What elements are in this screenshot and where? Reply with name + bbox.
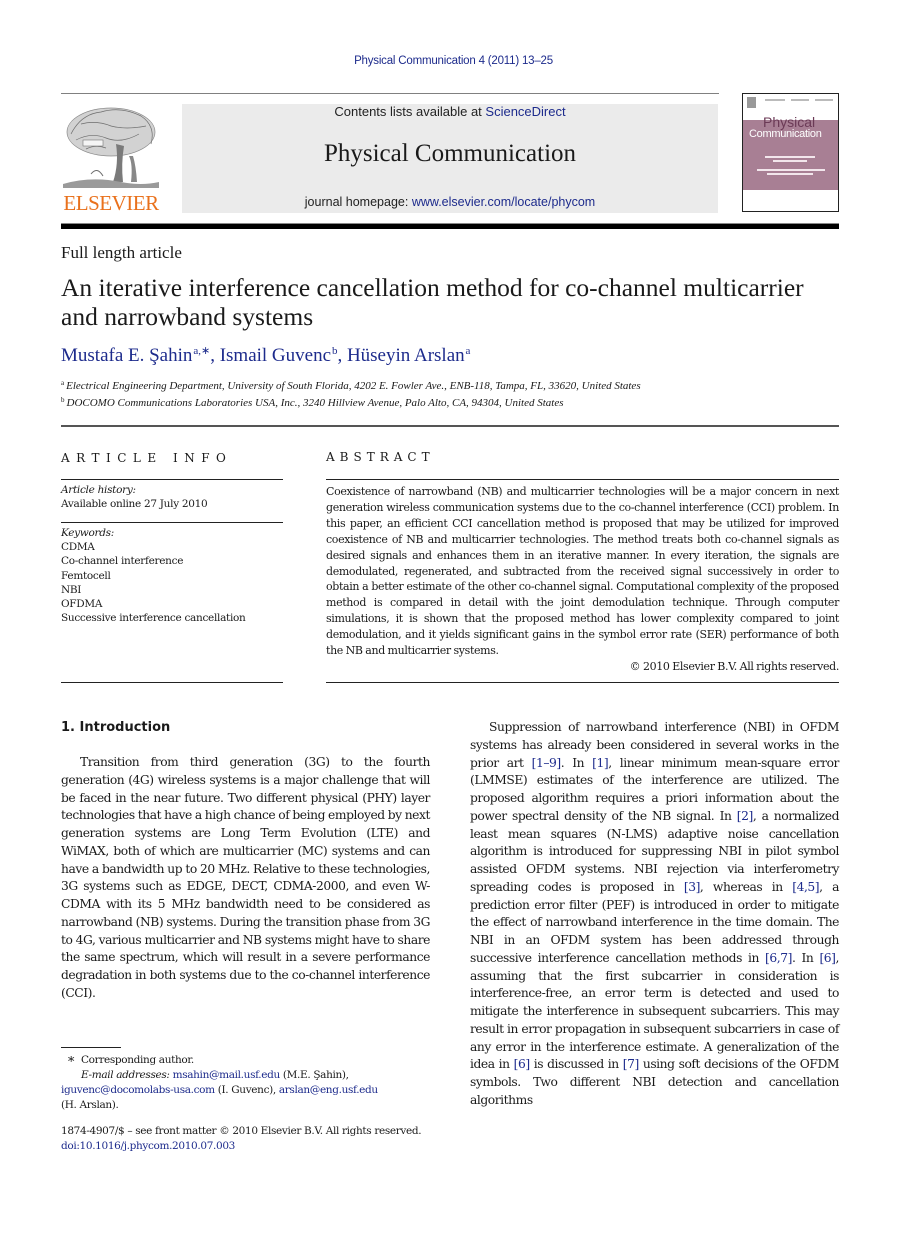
citation-link[interactable]: [3] [684,880,701,894]
paragraph-text: . In [560,755,593,770]
footnote-rule [61,1047,121,1048]
citation-link[interactable]: [6,7] [765,951,792,965]
author-affiliation-mark[interactable]: a,∗ [192,345,210,357]
citation-link[interactable]: [4,5] [792,880,819,894]
author-affiliation-mark[interactable]: a [465,345,471,357]
abstract-rule [326,479,839,480]
corresponding-author-label: Corresponding author. [81,1054,194,1066]
contents-prefix: Contents lists available at [334,104,486,119]
keyword[interactable]: CDMA [61,540,246,554]
abstract-text: Coexistence of narrowband (NB) and multi… [326,485,839,658]
email-addresses: E-mail addresses: msahin@mail.usf.edu (M… [61,1068,441,1113]
email-owner: (M.E. Şahin), [282,1069,349,1081]
journal-homepage-link[interactable]: www.elsevier.com/locate/phycom [412,195,595,209]
article-history: Article history: Available online 27 Jul… [61,483,208,511]
footnote-star: ∗ [66,1052,76,1067]
cover-logo-icon [747,97,756,108]
email-owner: (I. Guvenc), [217,1084,276,1096]
citation-link[interactable]: [6] [819,951,836,965]
header-top-rule [61,93,719,94]
email-link[interactable]: msahin@mail.usf.edu [173,1069,281,1081]
section-heading: 1. Introduction [61,720,171,735]
sciencedirect-link[interactable]: ScienceDirect [485,104,565,119]
cover-text-line [757,169,825,171]
contents-availability: Contents lists available at ScienceDirec… [182,104,718,119]
abstract-body: Coexistence of narrowband (NB) and multi… [326,484,839,675]
journal-title: Physical Communication [323,140,577,167]
affiliation-key: a [61,379,65,387]
paragraph-text: . In [791,950,820,965]
abstract-heading: ABSTRACT [326,450,435,464]
affiliation: a Electrical Engineering Department, Univ… [61,379,641,392]
abstract-copyright: © 2010 Elsevier B.V. All rights reserved… [629,659,840,673]
running-head[interactable]: Physical Communication 4 (2011) 13–25 [0,55,907,67]
citation-link[interactable]: [6] [514,1057,531,1071]
cover-text-line [765,156,815,158]
email-label: E-mail addresses: [81,1069,170,1081]
paragraph: Suppression of narrowband interference (… [470,719,839,1110]
article-type: Full length article [61,243,182,262]
author-name[interactable]: Hüseyin Arslan [347,345,465,366]
keyword[interactable]: Co-channel interference [61,554,246,568]
doi-link[interactable]: doi:10.1016/j.phycom.2010.07.003 [61,1139,235,1154]
citation-link[interactable]: [1–9] [532,756,562,770]
paragraph-text: , whereas in [699,879,793,894]
affiliation-text: DOCOMO Communications Laboratories USA, … [66,397,564,409]
author-name[interactable]: Mustafa E. Şahin [61,345,192,366]
article-info-heading: ARTICLE INFO [61,451,233,465]
elsevier-tree-icon [63,107,159,188]
footnotes: ∗ Corresponding author. E-mail addresses:… [61,1052,441,1113]
paragraph: Transition from third generation (3G) to… [61,755,430,1000]
paragraph-text: is discussed in [529,1057,623,1072]
keyword[interactable]: NBI [61,583,246,597]
email-link[interactable]: arslan@eng.usf.edu [279,1084,378,1096]
citation-link[interactable]: [2] [737,809,754,823]
paragraph-text: , assuming that the first subcarrier in … [470,950,839,1072]
email-owner: (H. Arslan). [61,1099,119,1111]
cover-header-text [815,99,833,101]
metadata-rule [61,425,839,427]
citation-link[interactable]: [1] [592,756,609,770]
affiliation-key: b [61,396,65,404]
article-title: An iterative interference cancellation m… [61,273,804,331]
history-value: Available online 27 July 2010 [61,498,208,511]
author-list: Mustafa E. Şahin a,∗, Ismail Guvenc b, H… [61,345,471,366]
affiliation-text: Electrical Engineering Department, Unive… [66,380,641,392]
keyword[interactable]: Femtocell [61,569,246,583]
keyword[interactable]: Successive interference cancellation [61,611,246,625]
elsevier-wordmark: ELSEVIER [63,191,159,215]
email-link[interactable]: iguvenc@docomolabs-usa.com [61,1084,215,1096]
article-info-rule [61,682,283,683]
journal-homepage: journal homepage: www.elsevier.com/locat… [182,195,718,209]
article-info-rule [61,522,283,523]
elsevier-logo[interactable]: ELSEVIER [61,104,161,214]
cover-header-text [791,99,809,101]
history-label: Article history: [61,484,136,496]
cover-title-line2: Communication [749,128,822,140]
homepage-prefix: journal homepage: [304,195,412,209]
body-column-right: Suppression of narrowband interference (… [470,719,839,1110]
cover-text-line [773,160,807,162]
corresponding-author-note: ∗ Corresponding author. [61,1052,441,1068]
keyword[interactable]: OFDMA [61,597,246,611]
keywords: Keywords: CDMA Co-channel interference F… [61,526,246,625]
cover-header-text [765,99,785,101]
article-info-rule [61,479,283,480]
body-column-left: Transition from third generation (3G) to… [61,754,430,1003]
author-name[interactable]: Ismail Guvenc [220,345,331,366]
citation-link[interactable]: [7] [623,1057,640,1071]
cover-title-line1: Physical [763,114,816,130]
affiliation: b DOCOMO Communications Laboratories USA,… [61,396,564,409]
journal-cover-thumbnail[interactable]: Physical Communication [742,93,839,212]
cover-text-line [767,173,813,175]
keywords-label: Keywords: [61,527,114,539]
header-thick-rule [61,223,839,229]
journal-banner: Contents lists available at ScienceDirec… [182,104,718,213]
abstract-rule [326,682,839,683]
issn-line: 1874-4907/$ – see front matter © 2010 El… [61,1125,422,1137]
author-affiliation-mark[interactable]: b [331,345,338,357]
